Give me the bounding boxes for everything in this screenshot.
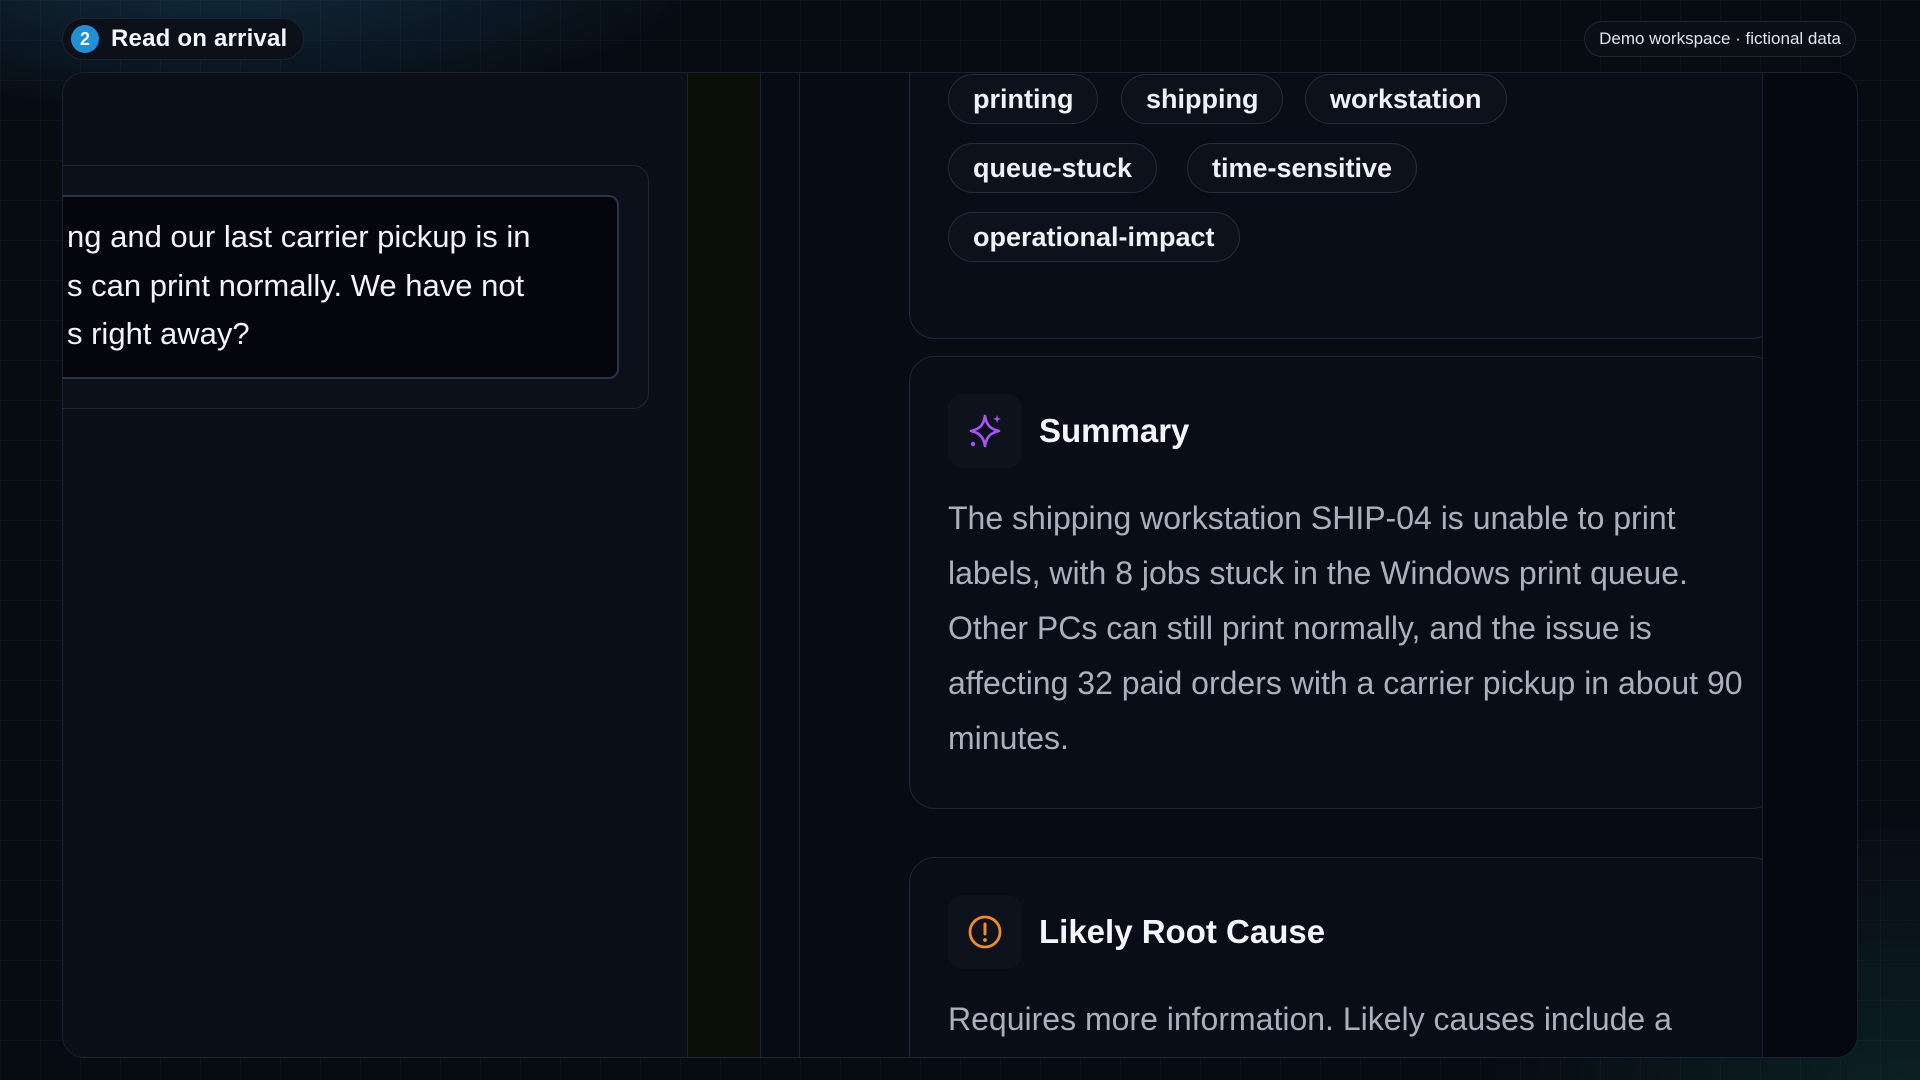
tag-chip[interactable]: printing — [948, 74, 1099, 124]
right-gutter — [761, 73, 800, 1057]
tags-card: printing shipping workstation queue-stuc… — [909, 73, 1778, 339]
root-cause-card: Likely Root Cause Requires more informat… — [909, 857, 1778, 1057]
root-cause-title: Likely Root Cause — [1039, 913, 1326, 950]
summary-text: The shipping workstation SHIP-04 is unab… — [948, 500, 1743, 756]
app-window: ng and our last carrier pickup is in s c… — [62, 72, 1858, 1058]
step-number-badge: 2 — [71, 25, 99, 53]
alert-circle-icon — [948, 895, 1022, 969]
workspace-badge: Demo workspace · fictional data — [1584, 21, 1856, 57]
root-cause-text: Requires more information. Likely causes… — [948, 1001, 1672, 1037]
sparkle-icon — [948, 394, 1022, 468]
step-indicator: 2 Read on arrival — [62, 18, 305, 60]
pane-divider[interactable] — [688, 73, 761, 1057]
summary-card: Summary The shipping workstation SHIP-04… — [909, 356, 1778, 809]
tag-chip[interactable]: workstation — [1305, 74, 1507, 124]
analysis-pane: printing shipping workstation queue-stuc… — [800, 73, 1778, 1057]
tag-chip[interactable]: shipping — [1121, 74, 1284, 124]
tag-chip[interactable]: operational-impact — [948, 212, 1240, 262]
summary-title: Summary — [1039, 412, 1190, 449]
tag-chip[interactable]: queue-stuck — [948, 143, 1158, 193]
message-pane: ng and our last carrier pickup is in s c… — [63, 73, 688, 1057]
step-label: Read on arrival — [111, 25, 288, 52]
message-line: s can print normally. We have not — [67, 268, 525, 303]
message-line: ng and our last carrier pickup is in — [67, 219, 531, 254]
right-edge-panel — [1762, 73, 1857, 1057]
message-line: s right away? — [67, 316, 250, 351]
tag-chip[interactable]: time-sensitive — [1187, 143, 1418, 193]
customer-message-box[interactable]: ng and our last carrier pickup is in s c… — [63, 195, 619, 379]
